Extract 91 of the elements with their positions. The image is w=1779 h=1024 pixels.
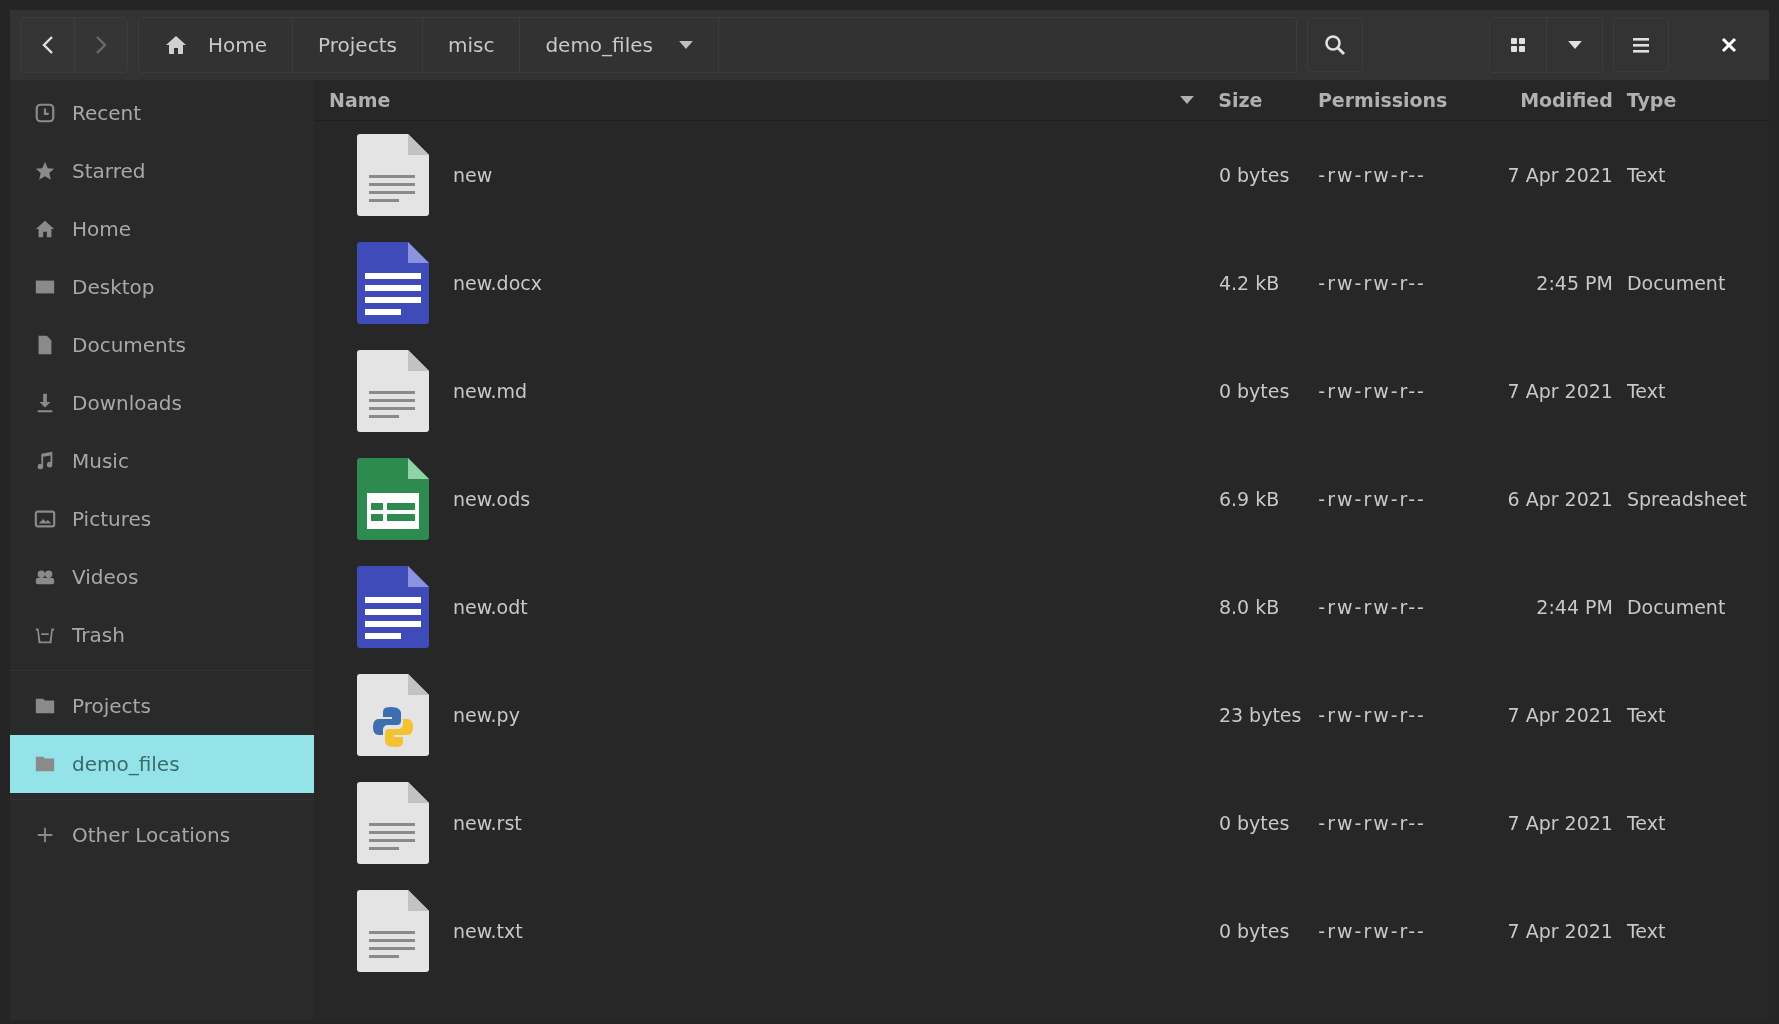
file-size: 0 bytes <box>1218 380 1290 402</box>
file-name: new.docx <box>453 272 542 294</box>
file-permissions: -rw-rw-r-- <box>1318 272 1426 294</box>
sidebar-item[interactable]: Home <box>10 200 314 258</box>
caret-icon <box>679 41 693 49</box>
spreadsheet-file-icon <box>355 457 431 541</box>
file-name: new.md <box>453 380 528 402</box>
file-size: 0 bytes <box>1218 164 1290 186</box>
file-name: new.ods <box>453 488 531 510</box>
path-button[interactable]: Home <box>139 18 294 72</box>
file-modified: 6 Apr 2021 <box>1507 488 1613 510</box>
text-file-icon <box>355 133 431 217</box>
file-permissions: -rw-rw-r-- <box>1318 380 1426 402</box>
menu-button[interactable] <box>1613 18 1669 72</box>
home-icon <box>34 218 56 240</box>
column-header[interactable]: Size <box>1218 80 1318 120</box>
file-permissions: -rw-rw-r-- <box>1318 488 1426 510</box>
file-type: Text <box>1626 704 1666 726</box>
column-header[interactable]: Permissions <box>1317 80 1461 120</box>
caret-icon <box>1567 41 1582 49</box>
file-modified: 7 Apr 2021 <box>1507 920 1613 942</box>
chevron-right-icon <box>95 35 107 55</box>
file-type: Text <box>1626 812 1666 834</box>
file-size: 8.0 kB <box>1218 596 1280 618</box>
file-type: Text <box>1626 164 1666 186</box>
file-name: new.txt <box>453 920 523 942</box>
path-button[interactable]: misc <box>422 18 521 72</box>
pictures-icon <box>34 508 56 530</box>
search-icon <box>1323 33 1347 57</box>
text-file-icon <box>355 889 431 973</box>
document-file-icon <box>355 241 431 325</box>
file-row[interactable]: new.rst 0 bytes -rw-rw-r-- 7 Apr 2021 Text <box>315 769 1769 877</box>
file-type: Document <box>1626 272 1726 294</box>
star-icon <box>34 160 56 182</box>
file-row[interactable]: new.md 0 bytes -rw-rw-r-- 7 Apr 2021 Text <box>315 337 1769 445</box>
column-header[interactable]: Name <box>315 80 1219 120</box>
sidebar-item[interactable]: demo_files <box>10 735 314 793</box>
file-modified: 2:44 PM <box>1536 596 1613 618</box>
file-modified: 7 Apr 2021 <box>1507 164 1613 186</box>
file-modified: 7 Apr 2021 <box>1507 704 1613 726</box>
file-modified: 7 Apr 2021 <box>1507 812 1613 834</box>
sidebar-item[interactable]: Pictures <box>10 490 314 548</box>
column-header[interactable]: Modified <box>1460 80 1627 120</box>
file-row[interactable]: new.py 23 bytes -rw-rw-r-- 7 Apr 2021 Text <box>315 661 1769 769</box>
file-size: 0 bytes <box>1218 812 1290 834</box>
file-type: Text <box>1626 920 1666 942</box>
sidebar-item[interactable]: Recent <box>10 84 314 142</box>
sidebar-item[interactable]: Music <box>10 432 314 490</box>
recent-icon <box>34 102 56 124</box>
file-size: 0 bytes <box>1218 920 1290 942</box>
home-icon <box>164 33 188 57</box>
sidebar-item[interactable]: Starred <box>10 142 314 200</box>
file-size: 4.2 kB <box>1218 272 1280 294</box>
file-permissions: -rw-rw-r-- <box>1318 164 1426 186</box>
file-size: 6.9 kB <box>1218 488 1280 510</box>
sidebar-item[interactable]: Trash <box>10 606 314 664</box>
file-permissions: -rw-rw-r-- <box>1318 596 1426 618</box>
sidebar-item[interactable]: Other Locations <box>10 806 314 864</box>
file-permissions: -rw-rw-r-- <box>1318 704 1426 726</box>
file-name: new.rst <box>453 812 522 834</box>
search-button[interactable] <box>1307 18 1363 72</box>
sort-caret-icon <box>1180 96 1195 104</box>
document-file-icon <box>355 565 431 649</box>
sidebar-item[interactable]: Desktop <box>10 258 314 316</box>
file-row[interactable]: new.ods 6.9 kB -rw-rw-r-- 6 Apr 2021 Spreadsheet <box>315 445 1769 553</box>
sidebar-item[interactable]: Projects <box>10 677 314 735</box>
path-button[interactable]: demo_files <box>520 18 719 72</box>
sidebar-item[interactable]: Downloads <box>10 374 314 432</box>
file-modified: 2:45 PM <box>1536 272 1613 294</box>
chevron-left-icon <box>41 35 54 55</box>
file-modified: 7 Apr 2021 <box>1507 380 1613 402</box>
sidebar-item[interactable]: Videos <box>10 548 314 606</box>
file-size: 23 bytes <box>1218 704 1302 726</box>
file-type: Text <box>1626 380 1666 402</box>
path-button[interactable]: Projects <box>293 18 423 72</box>
file-type: Document <box>1626 596 1726 618</box>
column-header[interactable]: Type <box>1626 80 1769 120</box>
file-row[interactable]: new.odt 8.0 kB -rw-rw-r-- 2:44 PM Document <box>315 553 1769 661</box>
file-name: new <box>453 164 493 186</box>
file-type: Spreadsheet <box>1626 488 1747 510</box>
text-file-icon <box>355 349 431 433</box>
file-permissions: -rw-rw-r-- <box>1318 920 1426 942</box>
file-name: new.odt <box>453 596 528 618</box>
file-row[interactable]: new.txt 0 bytes -rw-rw-r-- 7 Apr 2021 Text <box>315 877 1769 985</box>
python-file-icon <box>355 673 431 757</box>
sidebar-item[interactable]: Documents <box>10 316 314 374</box>
text-file-icon <box>355 781 431 865</box>
file-row[interactable]: new 0 bytes -rw-rw-r-- 7 Apr 2021 Text <box>315 121 1769 229</box>
file-row[interactable]: new.docx 4.2 kB -rw-rw-r-- 2:45 PM Document <box>315 229 1769 337</box>
file-name: new.py <box>453 704 520 726</box>
file-permissions: -rw-rw-r-- <box>1318 812 1426 834</box>
